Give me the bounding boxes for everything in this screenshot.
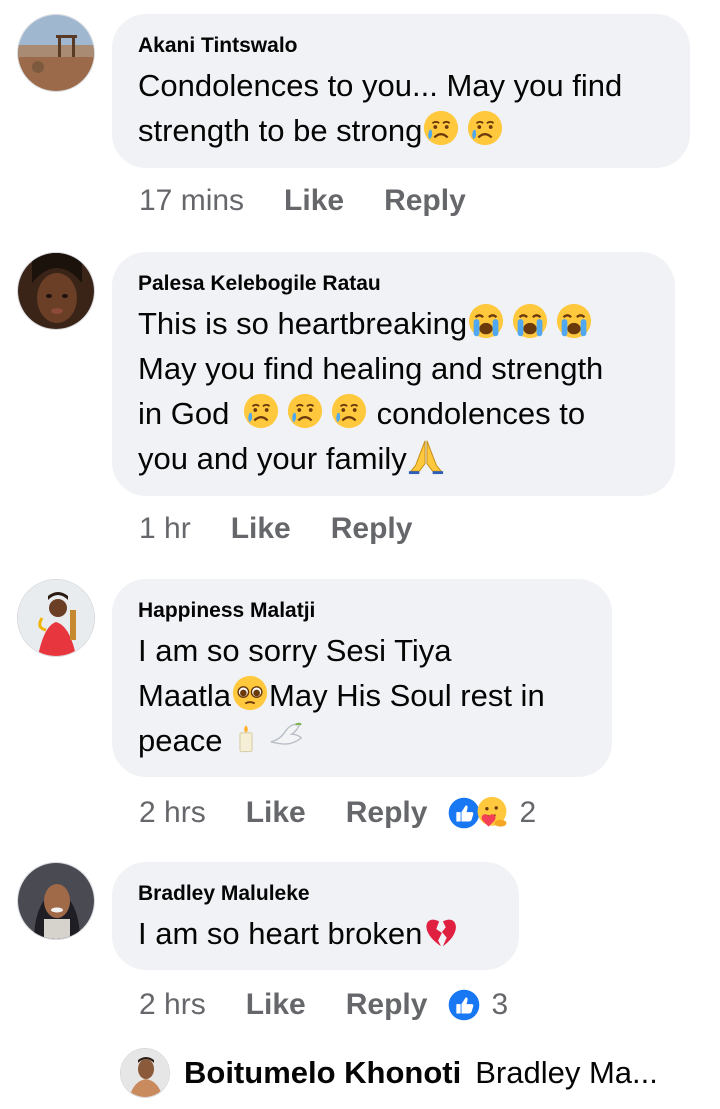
reply-button[interactable]: Reply xyxy=(346,988,428,1022)
reply-text: Bradley Ma... xyxy=(475,1055,658,1090)
comment-time[interactable]: 17 mins xyxy=(139,184,244,218)
comment-text: Condolences to you... May you find stren… xyxy=(138,68,623,148)
comment-author[interactable]: Akani Tintswalo xyxy=(138,33,664,59)
sad-but-relieved-face-icon xyxy=(422,109,460,147)
like-button[interactable]: Like xyxy=(246,988,306,1022)
comment-text: I am so sorry Sesi Tiya Maatla May His So… xyxy=(138,633,545,758)
reaction-summary[interactable]: 2 xyxy=(447,796,536,830)
candle-icon xyxy=(231,719,261,757)
comment-actions: 17 mins Like Reply xyxy=(139,184,466,218)
loudly-crying-face-icon xyxy=(511,302,549,340)
avatar[interactable] xyxy=(120,1048,170,1098)
comment-time[interactable]: 1 hr xyxy=(139,512,191,546)
dove-icon xyxy=(267,719,305,757)
reply-preview[interactable]: Boitumelo Khonoti Bradley Ma... xyxy=(120,1045,658,1101)
reply-button[interactable]: Reply xyxy=(346,796,428,830)
reply-author[interactable]: Boitumelo Khonoti xyxy=(184,1055,461,1091)
loudly-crying-face-icon xyxy=(555,302,593,340)
avatar[interactable] xyxy=(17,252,95,330)
comment-bubble[interactable]: Bradley Maluleke I am so heart broken xyxy=(112,862,519,970)
broken-heart-icon xyxy=(422,912,460,950)
avatar[interactable] xyxy=(17,862,95,940)
comment-time[interactable]: 2 hrs xyxy=(139,988,206,1022)
comment-author[interactable]: Palesa Kelebogile Ratau xyxy=(138,271,649,297)
comment-author[interactable]: Happiness Malatji xyxy=(138,598,586,624)
loudly-crying-face-icon xyxy=(467,302,505,340)
reaction-count: 3 xyxy=(491,988,509,1021)
comment-actions: 2 hrs Like Reply 3 xyxy=(139,988,508,1022)
comment-bubble[interactable]: Happiness Malatji I am so sorry Sesi Tiy… xyxy=(112,579,612,777)
reply-button[interactable]: Reply xyxy=(384,184,466,218)
reaction-count: 2 xyxy=(519,796,537,829)
comment-text: I am so heart broken xyxy=(138,911,493,956)
like-button[interactable]: Like xyxy=(231,512,291,546)
comment-author[interactable]: Bradley Maluleke xyxy=(138,881,493,907)
comment-text: This is so heartbreaking May you find he… xyxy=(138,301,649,481)
reply-button[interactable]: Reply xyxy=(331,512,413,546)
sad-but-relieved-face-icon xyxy=(330,392,368,430)
comment-bubble[interactable]: Palesa Kelebogile Ratau This is so heart… xyxy=(112,252,675,496)
avatar[interactable] xyxy=(17,14,95,92)
sad-but-relieved-face-icon xyxy=(242,392,280,430)
comment-actions: 1 hr Like Reply xyxy=(139,512,412,546)
sad-but-relieved-face-icon xyxy=(286,392,324,430)
like-button[interactable]: Like xyxy=(284,184,344,218)
comment-bubble[interactable]: Akani Tintswalo Condolences to you... Ma… xyxy=(112,14,690,168)
reaction-summary[interactable]: 3 xyxy=(447,988,508,1022)
care-reaction-icon xyxy=(475,796,509,830)
folded-hands-icon xyxy=(407,437,445,475)
pleading-face-icon xyxy=(231,674,269,712)
like-button[interactable]: Like xyxy=(246,796,306,830)
sad-but-relieved-face-icon xyxy=(466,109,504,147)
comment-time[interactable]: 2 hrs xyxy=(139,796,206,830)
avatar[interactable] xyxy=(17,579,95,657)
comment-actions: 2 hrs Like Reply 2 xyxy=(139,796,536,830)
like-reaction-icon xyxy=(447,988,481,1022)
